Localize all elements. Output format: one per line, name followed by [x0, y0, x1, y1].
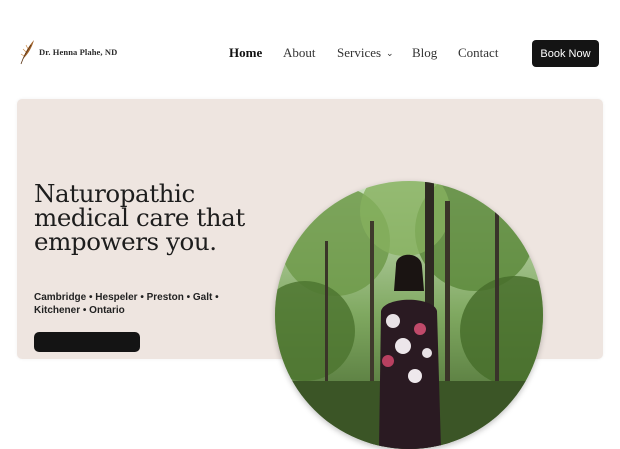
- logo-text: Dr. Henna Plahe, ND: [39, 47, 118, 57]
- hero-cta-button[interactable]: [34, 332, 140, 352]
- nav-contact[interactable]: Contact: [458, 44, 498, 62]
- book-now-button[interactable]: Book Now: [532, 40, 599, 67]
- nav-home[interactable]: Home: [229, 44, 262, 62]
- nav-services[interactable]: Services ⌄: [337, 44, 394, 63]
- hero-headline: Naturopathic medical care that empowers …: [34, 179, 245, 256]
- nav-services-label: Services: [337, 45, 382, 60]
- chevron-down-icon: ⌄: [386, 48, 394, 58]
- hero-photo: [275, 181, 543, 449]
- nav-about[interactable]: About: [283, 44, 316, 62]
- nav-blog[interactable]: Blog: [412, 44, 437, 62]
- feather-icon: [20, 40, 34, 65]
- logo[interactable]: Dr. Henna Plahe, ND: [18, 38, 117, 66]
- site-header: Dr. Henna Plahe, ND Home About Services ⌄…: [0, 0, 620, 100]
- hero-locations: Cambridge • Hespeler • Preston • Galt • …: [34, 292, 219, 316]
